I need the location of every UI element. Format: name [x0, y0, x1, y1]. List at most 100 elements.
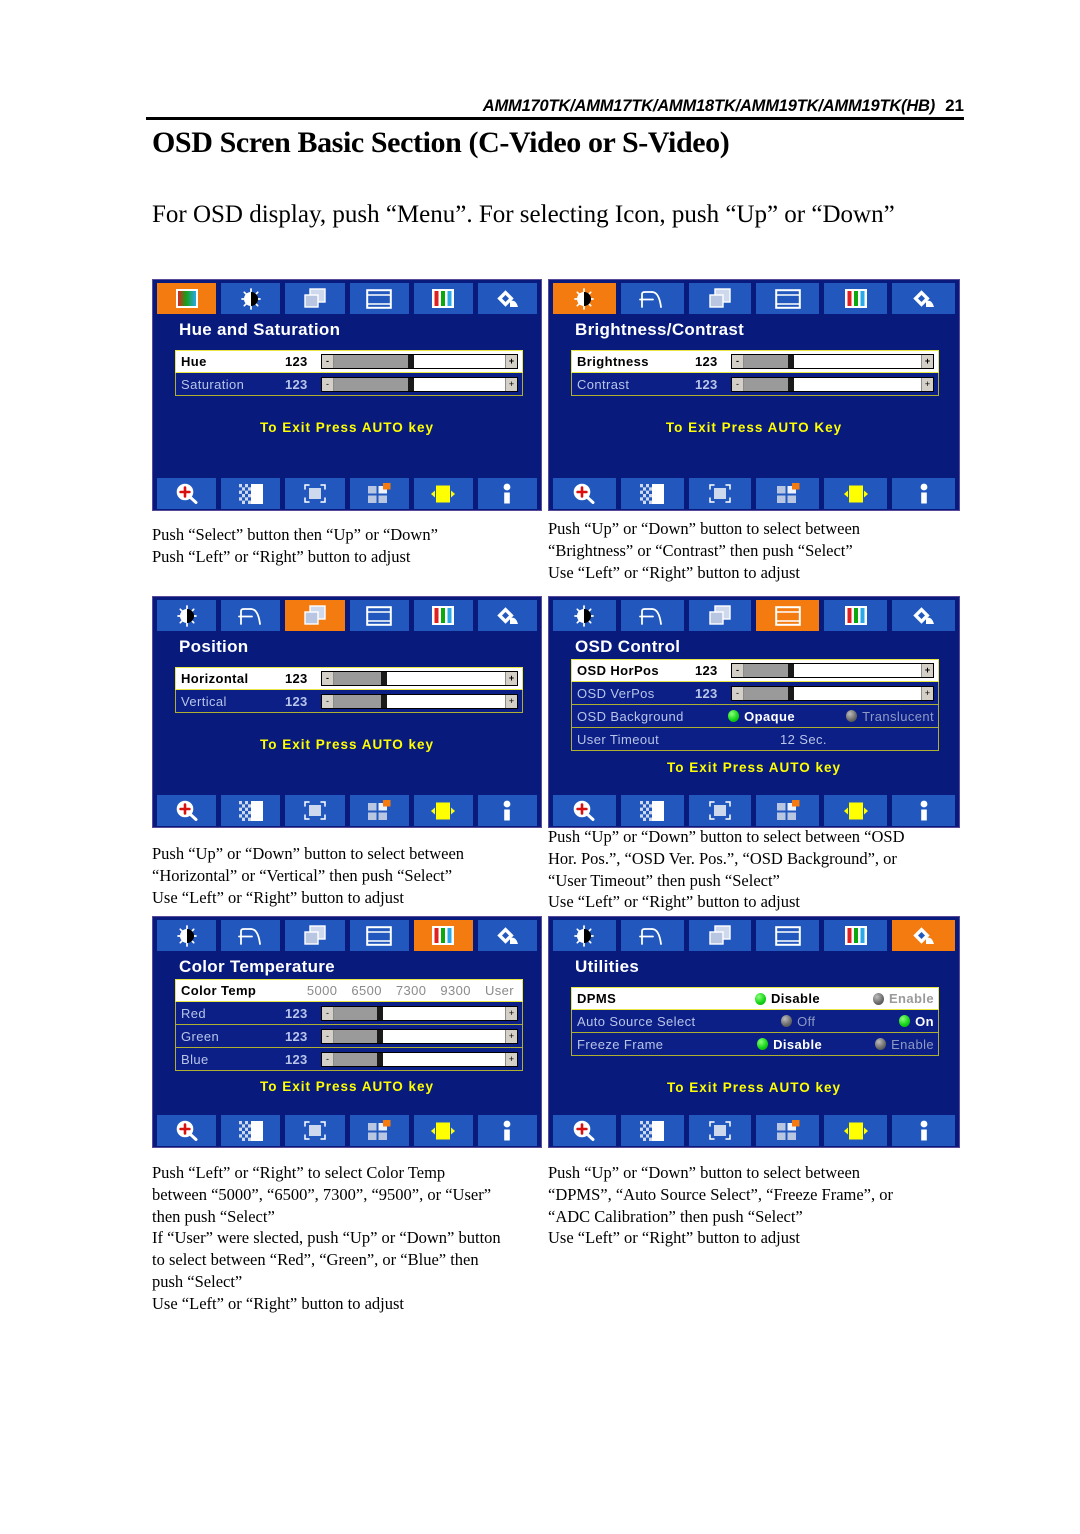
choice-option[interactable]: 5000	[307, 983, 338, 998]
tiles-icon[interactable]	[349, 478, 409, 509]
osd-control-icon[interactable]	[349, 920, 409, 951]
info-icon[interactable]	[892, 478, 955, 509]
radio-indicator-icon[interactable]	[754, 992, 766, 1005]
slider-decrement-button[interactable]: -	[322, 1052, 334, 1066]
choice-option[interactable]: 7300	[396, 983, 427, 998]
utilities-icon[interactable]	[892, 920, 955, 951]
position-icon[interactable]	[285, 600, 345, 631]
slider-increment-button[interactable]: +	[505, 1006, 517, 1020]
slider-thumb[interactable]	[788, 686, 795, 700]
info-icon[interactable]	[892, 795, 955, 826]
slider-increment-button[interactable]: +	[921, 355, 933, 368]
osd-control-icon[interactable]	[349, 600, 409, 631]
brightness-icon[interactable]	[553, 920, 616, 951]
setting-slider[interactable]: - +	[731, 376, 934, 392]
slider-increment-button[interactable]: +	[505, 1052, 517, 1066]
zoom-in-icon[interactable]	[157, 795, 217, 826]
setting-row[interactable]: Horizontal 123- +	[175, 667, 523, 690]
rgb-bars-icon[interactable]	[413, 920, 473, 951]
radio-option[interactable]: Translucent	[846, 709, 934, 724]
osd-control-icon[interactable]	[756, 920, 820, 951]
radio-indicator-icon[interactable]	[757, 1038, 769, 1050]
slider-increment-button[interactable]: +	[505, 694, 517, 708]
auto-adjust-icon[interactable]	[285, 1115, 345, 1146]
osd-control-icon[interactable]	[349, 283, 409, 314]
slider-thumb[interactable]	[380, 694, 387, 708]
utilities-icon[interactable]	[892, 600, 955, 631]
setting-slider[interactable]: - +	[321, 693, 518, 709]
auto-adjust-icon[interactable]	[688, 1115, 752, 1146]
radio-option[interactable]: Enable	[872, 991, 934, 1006]
position-icon[interactable]	[285, 283, 345, 314]
radio-option[interactable]: On	[899, 1014, 934, 1029]
setting-row[interactable]: DPMS Disable Enable	[571, 987, 939, 1010]
setting-row[interactable]: Blue 123- +	[175, 1048, 523, 1071]
dither-icon[interactable]	[221, 795, 281, 826]
slider-decrement-button[interactable]: -	[732, 664, 744, 677]
slider-thumb[interactable]	[408, 355, 415, 368]
radio-indicator-icon[interactable]	[899, 1015, 911, 1027]
setting-row[interactable]: Saturation 123- +	[175, 373, 523, 396]
slider-decrement-button[interactable]: -	[732, 686, 744, 700]
sharpness-icon[interactable]	[824, 795, 888, 826]
tiles-icon[interactable]	[349, 795, 409, 826]
clock-phase-icon[interactable]	[221, 920, 281, 951]
dither-icon[interactable]	[620, 478, 684, 509]
setting-row[interactable]: Color Temp 5000 6500 7300 9300 User	[175, 979, 523, 1002]
slider-thumb[interactable]	[376, 1006, 383, 1020]
tiles-icon[interactable]	[756, 795, 820, 826]
setting-row[interactable]: Auto Source Select Off On	[571, 1010, 939, 1033]
choice-option[interactable]: User	[485, 983, 514, 998]
slider-decrement-button[interactable]: -	[732, 355, 744, 368]
setting-row[interactable]: OSD VerPos 123- +	[571, 682, 939, 705]
slider-thumb[interactable]	[376, 1029, 383, 1043]
auto-adjust-icon[interactable]	[285, 478, 345, 509]
position-icon[interactable]	[688, 283, 752, 314]
setting-row[interactable]: Freeze Frame Disable Enable	[571, 1033, 939, 1056]
slider-decrement-button[interactable]: -	[322, 1006, 334, 1020]
radio-option[interactable]: Off	[781, 1014, 899, 1029]
sharpness-icon[interactable]	[824, 1115, 888, 1146]
brightness-icon[interactable]	[553, 600, 616, 631]
dither-icon[interactable]	[221, 1115, 281, 1146]
clock-phase-icon[interactable]	[221, 600, 281, 631]
rgb-bars-icon[interactable]	[824, 600, 888, 631]
setting-row[interactable]: User Timeout 12 Sec.	[571, 728, 939, 751]
rgb-bars-icon[interactable]	[413, 283, 473, 314]
brightness-icon[interactable]	[221, 283, 281, 314]
choice-option[interactable]: 6500	[351, 983, 382, 998]
radio-option[interactable]: Enable	[875, 1037, 934, 1052]
radio-indicator-icon[interactable]	[875, 1038, 887, 1050]
position-icon[interactable]	[688, 920, 752, 951]
setting-slider[interactable]: - +	[321, 671, 518, 686]
zoom-in-icon[interactable]	[553, 1115, 616, 1146]
setting-slider[interactable]: - +	[731, 685, 934, 701]
auto-adjust-icon[interactable]	[688, 478, 752, 509]
setting-slider[interactable]: - +	[321, 1051, 518, 1067]
radio-indicator-icon[interactable]	[846, 710, 858, 722]
utilities-icon[interactable]	[477, 283, 538, 314]
radio-option[interactable]: Disable	[754, 991, 873, 1006]
utilities-icon[interactable]	[892, 283, 955, 314]
info-icon[interactable]	[477, 795, 538, 826]
slider-increment-button[interactable]: +	[921, 377, 933, 391]
clock-phase-icon[interactable]	[620, 600, 684, 631]
slider-decrement-button[interactable]: -	[732, 377, 744, 391]
tiles-icon[interactable]	[756, 1115, 820, 1146]
slider-increment-button[interactable]: +	[505, 1029, 517, 1043]
zoom-in-icon[interactable]	[553, 795, 616, 826]
setting-row[interactable]: Contrast 123- +	[571, 373, 939, 396]
setting-row[interactable]: OSD HorPos 123- +	[571, 659, 939, 682]
slider-decrement-button[interactable]: -	[322, 694, 334, 708]
slider-increment-button[interactable]: +	[505, 672, 517, 685]
setting-slider[interactable]: - +	[321, 354, 518, 369]
osd-control-icon[interactable]	[756, 600, 820, 631]
info-icon[interactable]	[477, 478, 538, 509]
utilities-icon[interactable]	[477, 920, 538, 951]
dither-icon[interactable]	[620, 795, 684, 826]
radio-indicator-icon[interactable]	[728, 710, 740, 722]
dither-icon[interactable]	[620, 1115, 684, 1146]
brightness-icon[interactable]	[157, 920, 217, 951]
position-icon[interactable]	[285, 920, 345, 951]
radio-indicator-icon[interactable]	[781, 1015, 793, 1027]
